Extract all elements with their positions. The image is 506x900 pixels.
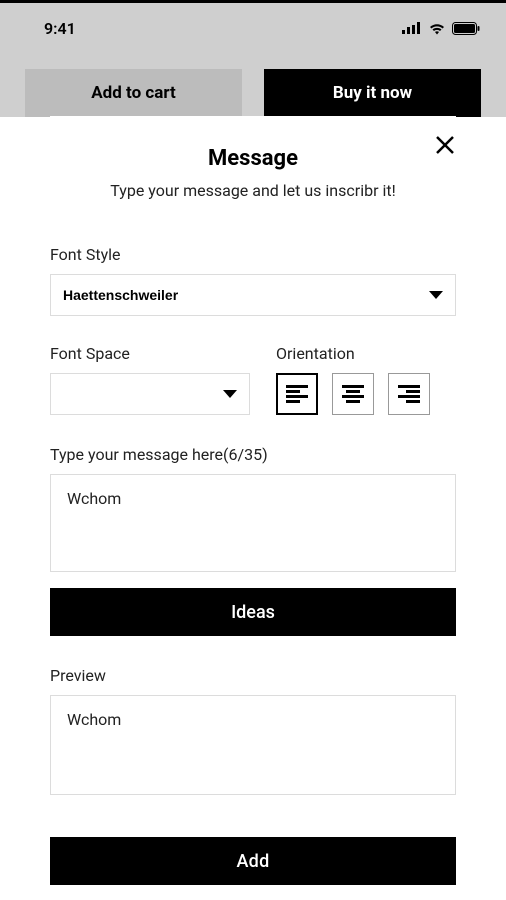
font-style-label: Font Style [50, 245, 456, 264]
signal-icon [402, 22, 422, 34]
message-label: Type your message here(6/35) [50, 445, 456, 464]
align-left-icon [286, 385, 308, 403]
align-center-button[interactable] [332, 373, 374, 415]
wifi-icon [428, 22, 446, 35]
message-modal: Message Type your message and let us ins… [50, 116, 456, 900]
ideas-button[interactable]: Ideas [50, 588, 456, 636]
modal-title: Message [50, 146, 456, 171]
modal-subtitle: Type your message and let us inscribr it… [50, 181, 456, 200]
add-button[interactable]: Add [50, 837, 456, 885]
font-style-select[interactable]: Haettenschweiler [50, 274, 456, 316]
preview-label: Preview [50, 666, 456, 685]
font-space-label: Font Space [50, 344, 250, 363]
chevron-down-icon [223, 390, 237, 398]
status-time: 9:41 [26, 19, 76, 38]
chevron-down-icon [429, 291, 443, 299]
status-icons [402, 22, 480, 35]
buy-it-now-button[interactable]: Buy it now [264, 69, 481, 117]
orientation-label: Orientation [276, 344, 456, 363]
battery-icon [452, 22, 480, 35]
align-right-button[interactable] [388, 373, 430, 415]
preview-box: Wchom [50, 695, 456, 795]
align-center-icon [342, 385, 364, 403]
font-style-value: Haettenschweiler [63, 287, 178, 303]
message-textarea[interactable]: Wchom [50, 474, 456, 572]
align-right-icon [398, 385, 420, 403]
add-to-cart-button[interactable]: Add to cart [25, 69, 242, 117]
close-icon[interactable] [434, 134, 456, 156]
font-space-select[interactable] [50, 373, 250, 415]
status-bar: 9:41 [0, 3, 506, 51]
align-left-button[interactable] [276, 373, 318, 415]
